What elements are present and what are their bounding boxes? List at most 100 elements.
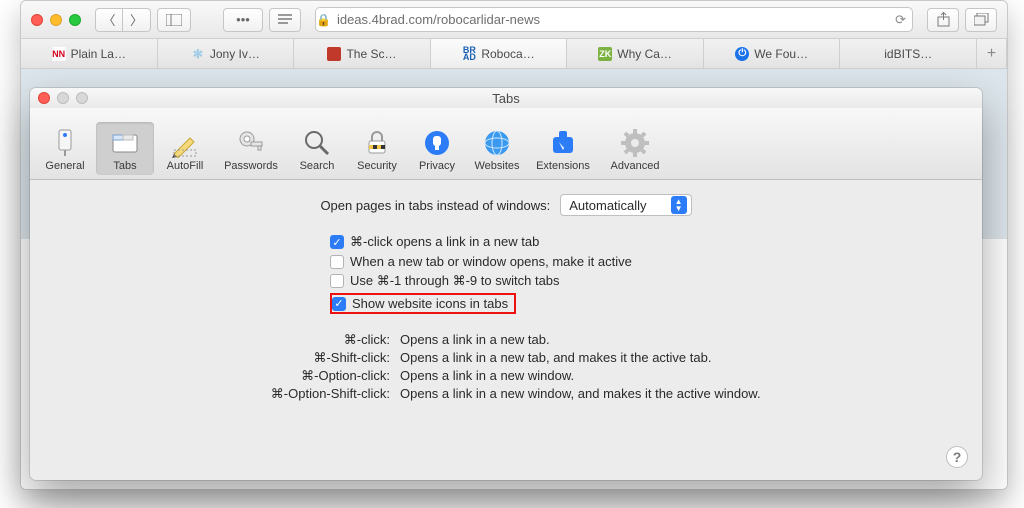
- share-icon: [937, 12, 950, 27]
- reader-icon: [278, 14, 292, 25]
- prefs-tab-label: General: [36, 160, 94, 172]
- favicon-icon: BRAD: [462, 47, 476, 61]
- prefs-tab-websites[interactable]: Websites: [468, 122, 526, 175]
- checkbox-icon: [330, 255, 344, 269]
- open-pages-value: Automatically: [569, 198, 646, 213]
- tab-label: idBITS…: [884, 47, 932, 61]
- tab-bar: NN Plain La… ✻ Jony Iv… The Sc… BRAD Rob…: [21, 39, 1007, 69]
- shortcut-key: ⌘-Option-Shift-click:: [50, 386, 390, 402]
- prefs-tab-search[interactable]: Search: [288, 122, 346, 175]
- prefs-tab-label: Extensions: [528, 160, 598, 172]
- nav-buttons: 〈 〉: [95, 8, 151, 32]
- zoom-window-icon[interactable]: [69, 14, 81, 26]
- prefs-tab-label: AutoFill: [156, 160, 214, 172]
- shortcut-key: ⌘-Shift-click:: [50, 350, 390, 366]
- tab-label: Roboca…: [481, 47, 534, 61]
- sidebar-button[interactable]: [157, 8, 191, 32]
- security-icon: [348, 126, 406, 160]
- address-bar[interactable]: 🔒 ideas.4brad.com/robocarlidar-news ⟳: [315, 7, 913, 32]
- favicon-icon: [327, 47, 341, 61]
- checkbox-label: Show website icons in tabs: [352, 296, 508, 311]
- prefs-title: Tabs: [492, 91, 519, 106]
- url-text: ideas.4brad.com/robocarlidar-news: [337, 12, 540, 27]
- tab-item[interactable]: NN Plain La…: [21, 39, 158, 68]
- prefs-tab-privacy[interactable]: Privacy: [408, 122, 466, 175]
- prefs-tab-label: Passwords: [216, 160, 286, 172]
- prefs-tab-advanced[interactable]: Advanced: [600, 122, 670, 175]
- close-window-icon[interactable]: [31, 14, 43, 26]
- close-window-icon[interactable]: [38, 92, 50, 104]
- prefs-tab-label: Websites: [468, 160, 526, 172]
- tab-item[interactable]: ✻ Jony Iv…: [158, 39, 295, 68]
- tab-item[interactable]: ZK Why Ca…: [567, 39, 704, 68]
- forward-button[interactable]: 〉: [123, 8, 151, 32]
- extensions-icon: [528, 126, 598, 160]
- new-tab-button[interactable]: +: [977, 39, 1007, 68]
- open-pages-row: Open pages in tabs instead of windows: A…: [50, 194, 962, 216]
- reload-icon[interactable]: ⟳: [895, 12, 906, 28]
- shortcuts-table: ⌘-click: Opens a link in a new tab. ⌘-Sh…: [50, 332, 962, 402]
- checkbox-show-favicons[interactable]: ✓ Show website icons in tabs: [330, 293, 962, 314]
- prefs-tab-general[interactable]: General: [36, 122, 94, 175]
- shortcut-key: ⌘-click:: [50, 332, 390, 348]
- tabs-overview-button[interactable]: [965, 8, 997, 32]
- open-pages-select[interactable]: Automatically ▲▼: [560, 194, 691, 216]
- shortcut-desc: Opens a link in a new window, and makes …: [400, 386, 962, 402]
- prefs-tab-label: Privacy: [408, 160, 466, 172]
- lock-icon: 🔒: [316, 13, 331, 27]
- prefs-tab-autofill[interactable]: AutoFill: [156, 122, 214, 175]
- favicon-icon: ZK: [598, 47, 612, 61]
- prefs-titlebar: Tabs: [30, 88, 982, 108]
- prefs-tab-label: Advanced: [600, 160, 670, 172]
- tab-item-active[interactable]: BRAD Roboca…: [431, 39, 568, 68]
- shortcut-desc: Opens a link in a new tab.: [400, 332, 962, 348]
- zoom-window-icon: [76, 92, 88, 104]
- tab-label: We Fou…: [754, 47, 808, 61]
- help-button[interactable]: ?: [946, 446, 968, 468]
- select-arrows-icon: ▲▼: [671, 196, 687, 214]
- tab-item[interactable]: idBITS…: [840, 39, 977, 68]
- passwords-icon: [216, 126, 286, 160]
- back-button[interactable]: 〈: [95, 8, 123, 32]
- sidebar-icon: [166, 14, 182, 26]
- general-icon: [36, 126, 94, 160]
- checkbox-icon: [330, 274, 344, 288]
- share-button[interactable]: [927, 8, 959, 32]
- checkbox-cmd-click[interactable]: ✓ ⌘-click opens a link in a new tab: [330, 234, 962, 250]
- prefs-body: Open pages in tabs instead of windows: A…: [30, 180, 982, 414]
- preferences-window: Tabs General Tabs AutoFill Passwords Sea…: [30, 88, 982, 480]
- prefs-tab-label: Tabs: [96, 160, 154, 172]
- site-settings-button[interactable]: •••: [223, 8, 263, 32]
- window-controls: [31, 14, 81, 26]
- favicon-icon: ⏻: [735, 47, 749, 61]
- shortcut-desc: Opens a link in a new window.: [400, 368, 962, 384]
- reader-button[interactable]: [269, 8, 301, 32]
- prefs-toolbar: General Tabs AutoFill Passwords Search S…: [30, 108, 982, 180]
- tab-item[interactable]: The Sc…: [294, 39, 431, 68]
- checkbox-cmd-number[interactable]: Use ⌘-1 through ⌘-9 to switch tabs: [330, 273, 962, 289]
- prefs-tab-passwords[interactable]: Passwords: [216, 122, 286, 175]
- tab-label: Plain La…: [71, 47, 126, 61]
- checkbox-icon: ✓: [332, 297, 346, 311]
- tabs-icon: [96, 126, 154, 160]
- checkbox-label: ⌘-click opens a link in a new tab: [350, 234, 539, 250]
- favicon-icon: ✻: [191, 47, 205, 61]
- highlighted-option: ✓ Show website icons in tabs: [330, 293, 516, 314]
- prefs-tab-tabs[interactable]: Tabs: [96, 122, 154, 175]
- search-icon: [288, 126, 346, 160]
- prefs-tab-extensions[interactable]: Extensions: [528, 122, 598, 175]
- shortcut-desc: Opens a link in a new tab, and makes it …: [400, 350, 962, 366]
- prefs-tab-label: Security: [348, 160, 406, 172]
- autofill-icon: [156, 126, 214, 160]
- tab-label: Why Ca…: [617, 47, 672, 61]
- minimize-window-icon[interactable]: [50, 14, 62, 26]
- checkbox-make-active[interactable]: When a new tab or window opens, make it …: [330, 254, 962, 269]
- prefs-tab-security[interactable]: Security: [348, 122, 406, 175]
- websites-icon: [468, 126, 526, 160]
- tab-label: Jony Iv…: [210, 47, 260, 61]
- tab-item[interactable]: ⏻ We Fou…: [704, 39, 841, 68]
- checkbox-label: When a new tab or window opens, make it …: [350, 254, 632, 269]
- safari-titlebar: 〈 〉 ••• 🔒 ideas.4brad.com/robocarlidar-n…: [21, 1, 1007, 39]
- prefs-tab-label: Search: [288, 160, 346, 172]
- favicon-icon: NN: [52, 47, 66, 61]
